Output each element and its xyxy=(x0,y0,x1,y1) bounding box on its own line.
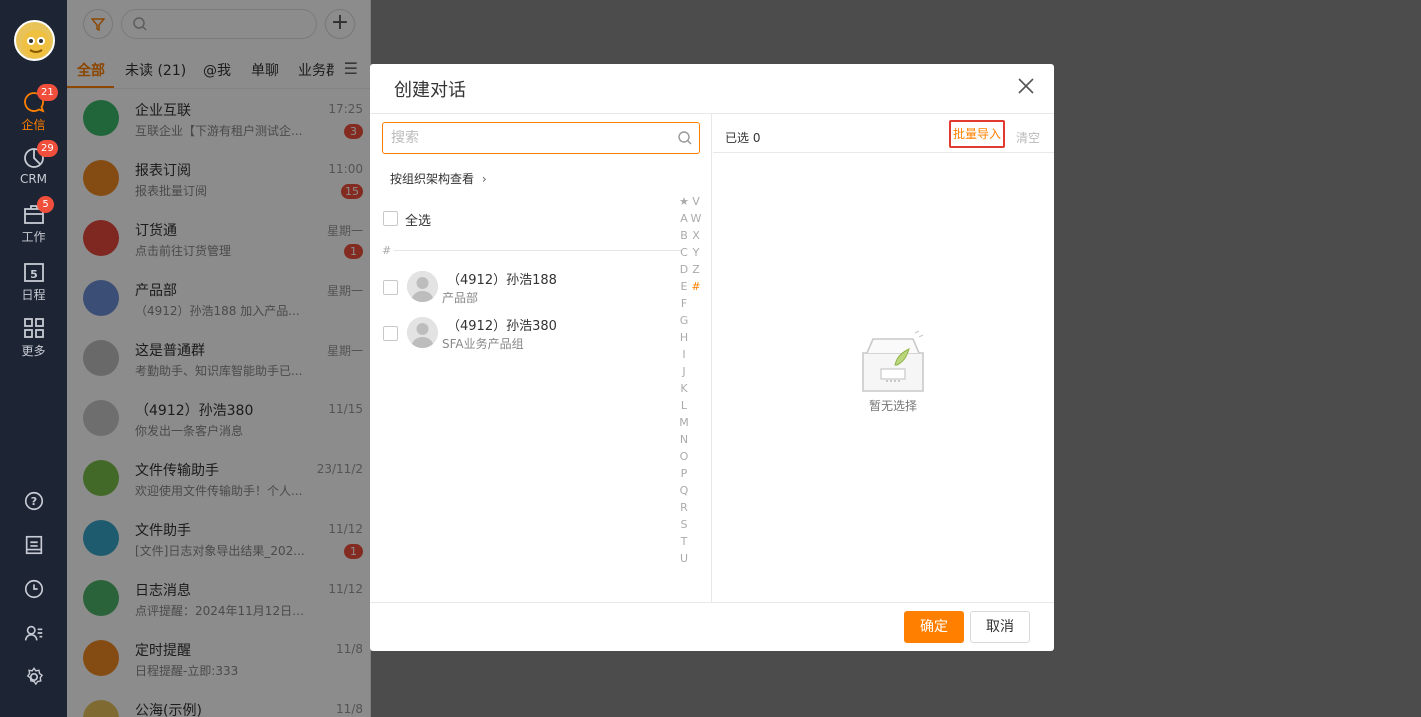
calendar-day: 5 xyxy=(30,268,38,281)
chevron-right-icon: › xyxy=(481,172,487,186)
search-icon xyxy=(677,130,693,150)
contact-checkbox[interactable] xyxy=(383,326,398,341)
nav-item-work[interactable]: 5 工作 xyxy=(0,196,67,245)
dialog-title: 创建对话 xyxy=(394,80,466,101)
alphabet-letter[interactable]: N xyxy=(678,431,690,448)
contact-dept: SFA业务产品组 xyxy=(442,337,524,351)
alphabet-letter[interactable]: D xyxy=(678,261,690,278)
alphabet-letter[interactable]: W xyxy=(690,210,702,227)
contact-name: （4912）孙浩380 xyxy=(447,319,557,334)
alphabet-letter[interactable]: P xyxy=(678,465,690,482)
alphabet-index: ★ A B C D E F G H I J K L M N O P Q R S T U xyxy=(678,193,690,567)
alphabet-letter[interactable]: O xyxy=(678,448,690,465)
alphabet-letter[interactable]: E xyxy=(678,278,690,295)
group-divider: # xyxy=(382,244,682,258)
avatar xyxy=(407,271,438,302)
alphabet-index: V W X Y Z # xyxy=(690,193,702,295)
empty-state: 暂无选择 xyxy=(853,329,933,414)
divider xyxy=(713,152,1054,153)
nav-label: 工作 xyxy=(21,230,46,244)
avatar xyxy=(407,317,438,348)
contact-row[interactable]: （4912）孙浩380 SFA业务产品组 xyxy=(383,315,683,355)
cancel-button[interactable]: 取消 xyxy=(970,611,1030,643)
close-icon[interactable] xyxy=(1016,76,1036,96)
nav-label: 企信 xyxy=(21,118,46,132)
nav-badge: 5 xyxy=(37,196,54,213)
select-all-label: 全选 xyxy=(405,214,432,229)
clock-icon[interactable] xyxy=(0,578,67,604)
alphabet-letter[interactable]: ★ xyxy=(678,193,690,210)
org-link-label: 按组织架构查看 xyxy=(390,172,475,186)
dialog-search[interactable] xyxy=(382,122,700,154)
nav-label: 日程 xyxy=(21,288,46,302)
alphabet-letter[interactable]: I xyxy=(678,346,690,363)
nav-label: CRM xyxy=(19,172,48,186)
alphabet-letter[interactable]: B xyxy=(678,227,690,244)
contact-checkbox[interactable] xyxy=(383,280,398,295)
nav-badge: 29 xyxy=(37,140,58,157)
alphabet-letter[interactable]: C xyxy=(678,244,690,261)
group-letter: # xyxy=(382,244,392,257)
left-nav: 21 企信 29 CRM 5 工作 5 日程 更多 ? xyxy=(0,0,67,717)
help-icon[interactable]: ? xyxy=(0,490,67,516)
select-all-checkbox[interactable] xyxy=(383,211,398,226)
contact-name: （4912）孙浩188 xyxy=(447,273,557,288)
alphabet-letter[interactable]: M xyxy=(678,414,690,431)
alphabet-letter[interactable]: U xyxy=(678,550,690,567)
user-avatar[interactable] xyxy=(14,20,55,61)
nav-item-crm[interactable]: 29 CRM xyxy=(0,140,67,186)
clear-button[interactable]: 清空 xyxy=(1016,129,1040,146)
calendar-icon: 5 xyxy=(23,263,44,282)
alphabet-letter[interactable]: S xyxy=(678,516,690,533)
svg-text:?: ? xyxy=(30,495,36,508)
alphabet-letter[interactable]: H xyxy=(678,329,690,346)
alphabet-letter[interactable]: Z xyxy=(690,261,702,278)
alphabet-letter[interactable]: G xyxy=(678,312,690,329)
alphabet-letter[interactable]: T xyxy=(678,533,690,550)
grid-icon xyxy=(23,318,44,338)
alphabet-letter[interactable]: V xyxy=(690,193,702,210)
nav-item-calendar[interactable]: 5 日程 xyxy=(0,260,67,303)
org-structure-link[interactable]: 按组织架构查看 › xyxy=(390,170,487,187)
nav-item-chat[interactable]: 21 企信 xyxy=(0,84,67,133)
settings-icon[interactable] xyxy=(0,666,67,692)
contacts-icon[interactable] xyxy=(0,622,67,648)
selected-count: 已选 0 xyxy=(725,131,761,145)
search-input[interactable] xyxy=(383,123,663,153)
alphabet-letter[interactable]: R xyxy=(678,499,690,516)
alphabet-letter[interactable]: F xyxy=(678,295,690,312)
notebook-icon[interactable] xyxy=(0,534,67,560)
alphabet-letter[interactable]: J xyxy=(678,363,690,380)
nav-label: 更多 xyxy=(21,344,46,358)
selected-pane: 已选 0 批量导入 清空 暂无选择 xyxy=(713,114,1054,603)
select-all[interactable]: 全选 xyxy=(383,211,431,230)
create-chat-dialog: 创建对话 按组织架构查看 › 全选 # （4912）孙浩188 产品部 xyxy=(370,64,1054,651)
nav-badge: 21 xyxy=(37,84,58,101)
alphabet-letter[interactable]: X xyxy=(690,227,702,244)
alphabet-letter[interactable]: A xyxy=(678,210,690,227)
alphabet-letter[interactable]: Q xyxy=(678,482,690,499)
alphabet-letter[interactable]: # xyxy=(690,278,702,295)
contacts-pane: 按组织架构查看 › 全选 # （4912）孙浩188 产品部 （4912）孙浩3… xyxy=(370,114,712,603)
confirm-button[interactable]: 确定 xyxy=(904,611,964,643)
batch-import-button[interactable]: 批量导入 xyxy=(949,120,1005,148)
contact-row[interactable]: （4912）孙浩188 产品部 xyxy=(383,269,683,309)
nav-item-more[interactable]: 更多 xyxy=(0,316,67,359)
alphabet-letter[interactable]: Y xyxy=(690,244,702,261)
contact-dept: 产品部 xyxy=(442,291,479,305)
empty-inbox-icon xyxy=(862,330,924,392)
alphabet-letter[interactable]: L xyxy=(678,397,690,414)
footer-divider xyxy=(370,602,1054,603)
empty-text: 暂无选择 xyxy=(868,399,917,413)
alphabet-letter[interactable]: K xyxy=(678,380,690,397)
